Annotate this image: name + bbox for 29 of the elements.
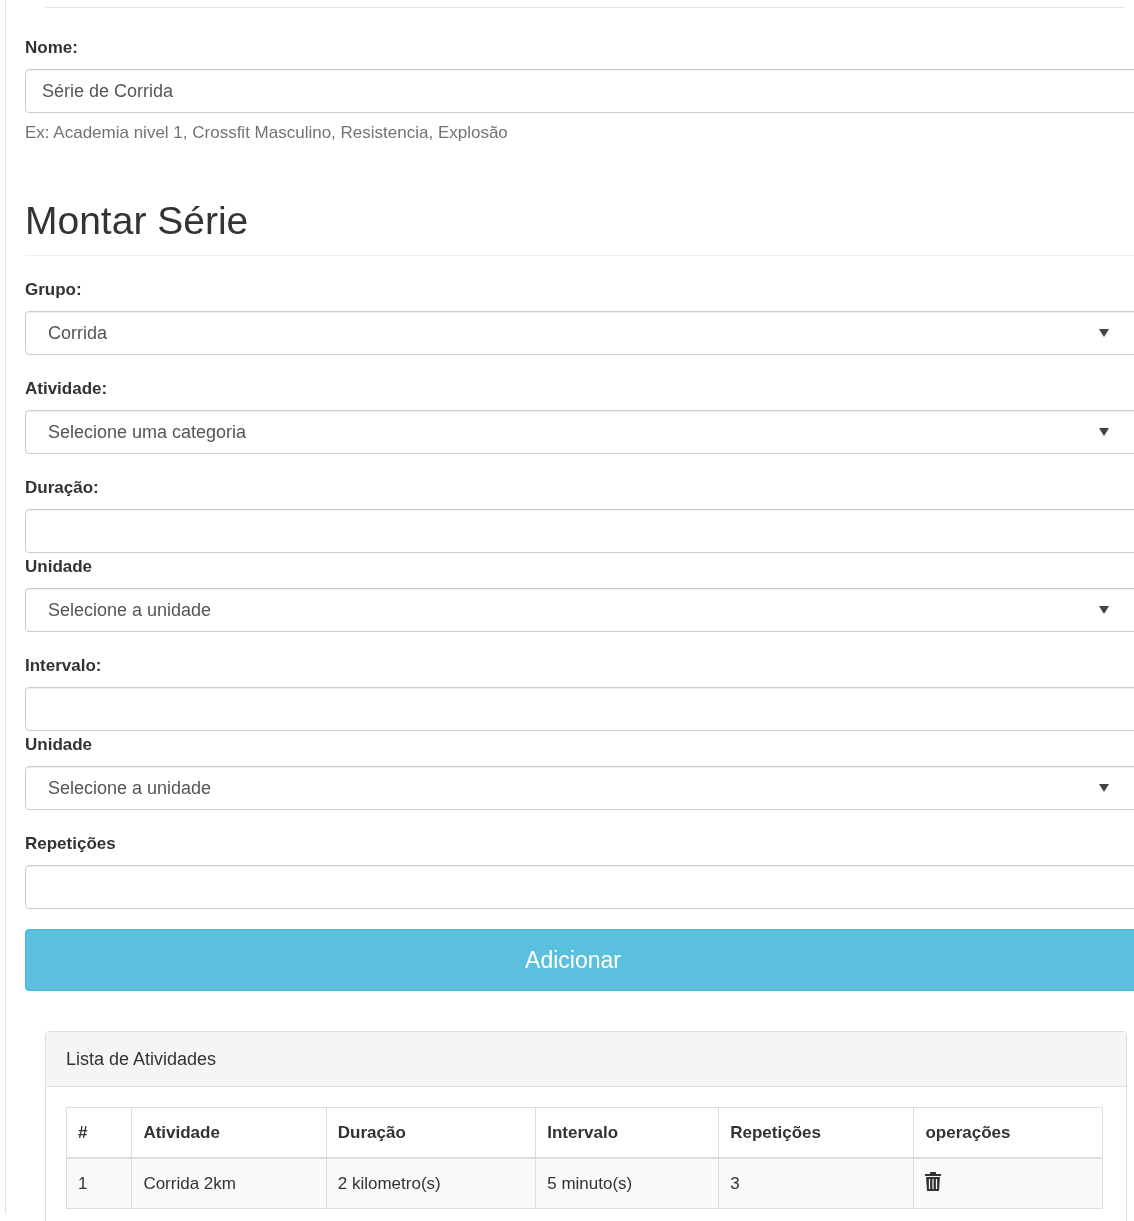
input-field[interactable] bbox=[25, 865, 1134, 909]
field-label: Unidade bbox=[25, 557, 94, 577]
table-cell: 3 bbox=[718, 1158, 914, 1209]
field-label: Duração: bbox=[25, 478, 100, 498]
caret-icon bbox=[1099, 606, 1109, 614]
select-field[interactable]: Corrida bbox=[25, 311, 1134, 355]
select-field[interactable]: Selecione a unidade bbox=[25, 588, 1134, 632]
name-input-field[interactable]: Série de Corrida bbox=[25, 69, 1134, 113]
table-cell: 1 bbox=[66, 1158, 132, 1209]
field-label: Grupo: bbox=[25, 280, 83, 300]
select-field[interactable]: Selecione uma categoria bbox=[25, 410, 1134, 454]
table-cell: 2 kilometro(s) bbox=[326, 1158, 536, 1209]
caret-icon bbox=[1099, 784, 1109, 792]
input-field[interactable] bbox=[25, 509, 1134, 553]
field-label: Atividade: bbox=[25, 379, 109, 399]
help-text: Ex: Academia nivel 1, Crossfit Masculino, Resistencia, Explosão bbox=[25, 123, 509, 143]
field-label: Unidade bbox=[25, 735, 94, 755]
table-cell: 5 minuto(s) bbox=[535, 1158, 719, 1209]
trash-icon[interactable] bbox=[925, 1171, 942, 1191]
select-field[interactable]: Selecione a unidade bbox=[25, 766, 1134, 810]
field-label: Nome: bbox=[25, 38, 79, 58]
caret-icon bbox=[1099, 428, 1109, 436]
caret-icon bbox=[1099, 329, 1109, 337]
table-cell: Corrida 2km bbox=[131, 1158, 327, 1209]
section-title: Montar Série bbox=[25, 198, 1134, 256]
input-field[interactable] bbox=[25, 687, 1134, 731]
field-label: Intervalo: bbox=[25, 656, 103, 676]
field-label: Repetições bbox=[25, 834, 117, 854]
panel-title: Lista de Atividades bbox=[46, 1032, 1126, 1087]
